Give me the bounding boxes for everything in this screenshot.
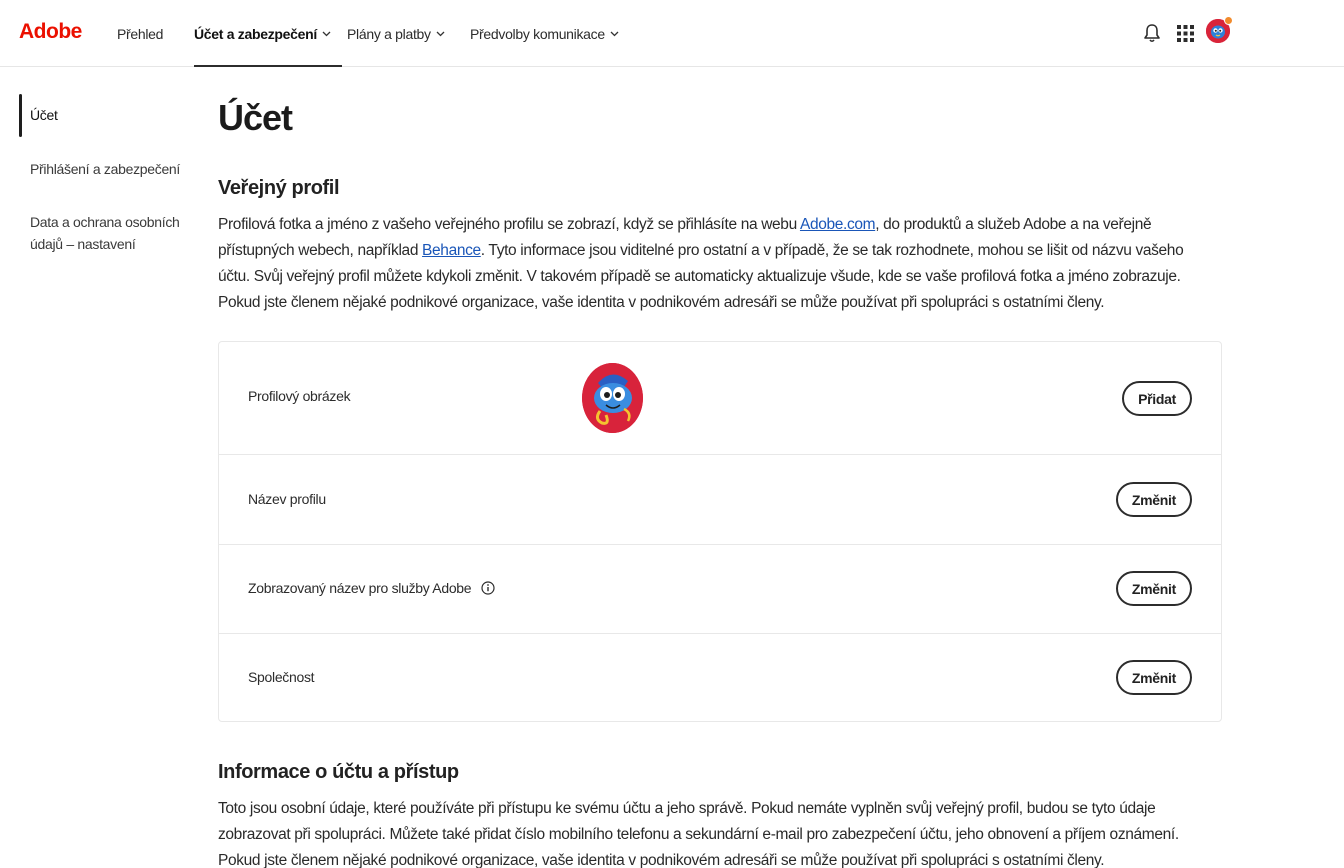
sidebar-item-data-privacy[interactable]: Data a ochrana osobních údajů – nastaven… [30,211,180,255]
company-row: Společnost Změnit [219,634,1221,723]
chevron-down-icon [322,31,331,37]
sidebar-item-login-security[interactable]: Přihlášení a zabezpečení [30,158,180,180]
nav-item-overview[interactable]: Přehled [117,0,163,67]
nav-item-communication-preferences[interactable]: Předvolby komunikace [470,0,619,67]
notification-dot [1224,16,1233,25]
info-icon[interactable] [481,581,495,595]
behance-link[interactable]: Behance [422,242,481,259]
nav-item-account-security[interactable]: Účet a zabezpečení [194,0,342,67]
bell-icon[interactable] [1140,21,1164,45]
nav-item-label: Přehled [117,25,164,42]
page-title: Účet [218,97,293,138]
public-profile-description: Profilová fotka a jméno z vašeho veřejné… [218,216,1184,311]
nav-item-label: Účet a zabezpečení [194,25,317,42]
public-profile-card: Profilový obrázek Přidat Název profilu Z… [218,341,1222,722]
change-company-button[interactable]: Změnit [1115,660,1192,695]
sidebar-item-account[interactable]: Účet [30,104,180,126]
sidebar-active-indicator [19,94,22,137]
account-info-description: Toto jsou osobní údaje, které používáte … [218,800,1179,868]
nav-item-plans-payments[interactable]: Plány a platby [347,0,445,67]
change-profile-name-button[interactable]: Změnit [1115,482,1192,517]
nav-item-label: Předvolby komunikace [470,25,605,42]
profile-name-row: Název profilu Změnit [219,455,1221,545]
profile-picture-row: Profilový obrázek Přidat [219,342,1221,455]
top-navigation: Adobe Přehled Účet a zabezpečení Plány a… [0,0,1344,67]
row-label: Zobrazovaný název pro služby Adobe [248,580,495,596]
public-profile-heading: Veřejný profil [218,177,340,199]
account-info-heading: Informace o účtu a přístup [218,761,459,783]
row-label: Profilový obrázek [248,388,351,404]
row-label: Společnost [248,669,315,685]
apps-grid-icon[interactable] [1173,21,1197,45]
nav-item-label: Plány a platby [347,25,431,42]
adobe-logo[interactable]: Adobe [19,20,82,44]
change-display-name-button[interactable]: Změnit [1115,571,1192,606]
row-label: Název profilu [248,491,326,507]
display-name-row: Zobrazovaný název pro služby Adobe Změni… [219,545,1221,634]
adobe-com-link[interactable]: Adobe.com [800,216,876,233]
row-label-text: Zobrazovaný název pro služby Adobe [248,580,472,596]
add-profile-picture-button[interactable]: Přidat [1122,381,1192,416]
user-avatar[interactable] [1206,16,1233,43]
chevron-down-icon [610,31,619,37]
profile-picture [582,363,643,433]
chevron-down-icon [436,31,445,37]
